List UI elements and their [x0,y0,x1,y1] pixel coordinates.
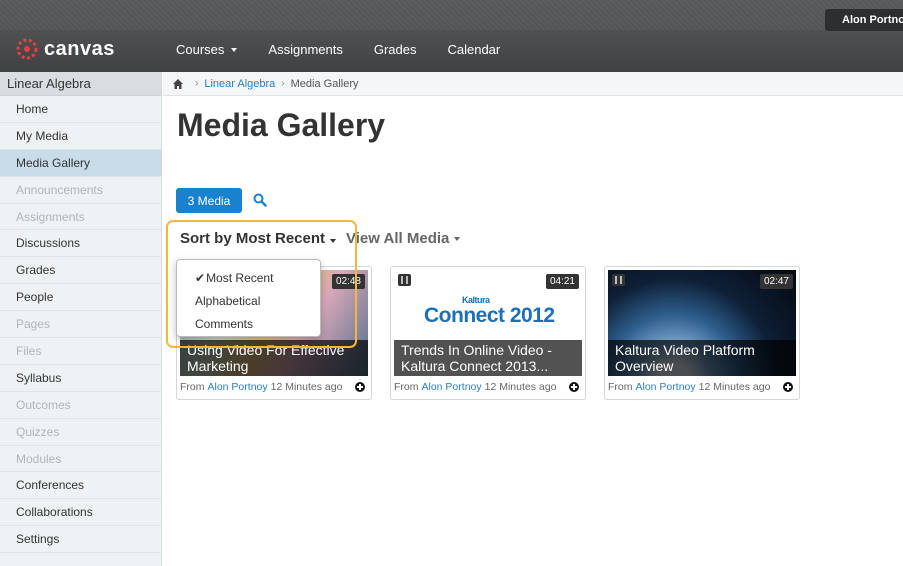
media-author-link[interactable]: Alon Portnoy [422,381,482,393]
media-title[interactable]: Using Video For Effective Marketing [180,340,368,376]
course-sidebar: Linear Algebra Home My Media Media Galle… [0,72,162,566]
media-thumbnail[interactable]: 04:21 Kaltura Connect 2012 Trends In Onl… [394,270,582,376]
sidebar-item-conferences[interactable]: Conferences [0,472,161,500]
media-count-button[interactable]: 3 Media [176,188,242,213]
media-card[interactable]: 02:47 Kaltura Video Platform Overview Fr… [604,266,800,400]
sidebar-item-syllabus[interactable]: Syllabus [0,365,161,392]
nav-calendar[interactable]: Calendar [447,42,500,57]
media-time: 12 Minutes ago [698,381,771,393]
add-icon[interactable] [783,382,793,392]
logo-sub: Kaltura [462,295,490,305]
sidebar-item-modules[interactable]: Modules [0,446,161,473]
search-icon[interactable] [253,193,267,207]
checkmark-icon: ✔ [195,270,206,285]
media-title[interactable]: Kaltura Video Platform Overview [608,340,796,376]
chevron-down-icon [454,236,461,241]
course-title[interactable]: Linear Algebra [0,72,161,96]
media-card[interactable]: 04:21 Kaltura Connect 2012 Trends In Onl… [390,266,586,400]
view-all-label: View All Media [346,230,450,247]
meta-from: From [394,381,419,393]
media-author-link[interactable]: Alon Portnoy [636,381,696,393]
sidebar-item-files[interactable]: Files [0,338,161,365]
chevron-down-icon [330,239,337,243]
logo-text: canvas [44,37,115,60]
breadcrumb-separator-icon: › [195,78,199,89]
sort-label: Sort by Most Recent [180,230,326,247]
chevron-down-icon [231,47,238,52]
sort-option-alphabetical[interactable]: Alphabetical [177,289,320,312]
sidebar-item-pages[interactable]: Pages [0,311,161,339]
breadcrumb: › Linear Algebra › Media Gallery [163,72,903,96]
sort-option-label: Most Recent [206,270,274,285]
canvas-logo[interactable]: canvas [16,38,115,60]
home-icon[interactable] [172,78,184,90]
media-author-link[interactable]: Alon Portnoy [208,381,268,393]
sidebar-item-outcomes[interactable]: Outcomes [0,392,161,419]
sort-option-most-recent[interactable]: ✔ Most Recent [177,266,320,289]
nav-assignments[interactable]: Assignments [268,42,342,57]
sort-dropdown-toggle[interactable]: Sort by Most Recent [180,230,337,247]
sidebar-item-my-media[interactable]: My Media [0,123,161,150]
sidebar-item-settings[interactable]: Settings [0,526,161,554]
meta-from: From [180,381,205,393]
media-time: 12 Minutes ago [270,381,343,393]
duration-badge: 02:47 [759,274,793,289]
page-title: Media Gallery [177,107,386,143]
add-icon[interactable] [569,382,579,392]
sort-option-comments[interactable]: Comments [177,312,320,335]
sidebar-item-media-gallery[interactable]: Media Gallery [0,149,161,177]
meta-from: From [608,381,633,393]
duration-badge: 04:21 [545,274,579,289]
breadcrumb-current: Media Gallery [290,77,359,90]
video-icon [612,274,625,286]
breadcrumb-separator-icon: › [281,78,285,89]
sidebar-item-collaborations[interactable]: Collaborations [0,499,161,527]
nav-courses[interactable]: Courses [176,42,238,57]
duration-badge: 02:48 [331,274,365,289]
sidebar-item-quizzes[interactable]: Quizzes [0,419,161,446]
logo-main: Connect 2012 [424,304,555,327]
kaltura-connect-logo: Kaltura Connect 2012 [424,295,555,328]
add-icon[interactable] [355,382,365,392]
video-icon [398,274,411,286]
sort-dropdown-menu: ✔ Most Recent Alphabetical Comments [176,259,321,337]
sort-row: Sort by Most Recent View All Media [180,230,461,247]
breadcrumb-course-link[interactable]: Linear Algebra [204,78,275,90]
sidebar-item-assignments[interactable]: Assignments [0,204,161,231]
sidebar-item-grades[interactable]: Grades [0,257,161,285]
user-name-link[interactable]: Alon Portnoy [825,9,903,31]
view-all-media-dropdown[interactable]: View All Media [346,230,461,247]
media-thumbnail[interactable]: 02:47 Kaltura Video Platform Overview [608,270,796,376]
media-meta: From Alon Portnoy 12 Minutes ago [180,381,368,393]
sidebar-item-discussions[interactable]: Discussions [0,230,161,258]
nav-grades[interactable]: Grades [374,42,417,57]
media-meta: From Alon Portnoy 12 Minutes ago [608,381,796,393]
media-meta: From Alon Portnoy 12 Minutes ago [394,381,582,393]
nav-courses-label: Courses [176,42,225,57]
global-header: Alon Portnoy canvas Courses Assignments … [0,0,903,72]
sidebar-item-announcements[interactable]: Announcements [0,177,161,204]
sidebar-item-home[interactable]: Home [0,96,161,123]
global-nav: Courses Assignments Grades Calendar [176,42,531,57]
sidebar-item-people[interactable]: People [0,284,161,312]
media-time: 12 Minutes ago [484,381,557,393]
media-title[interactable]: Trends In Online Video - Kaltura Connect… [394,340,582,376]
canvas-logo-icon [16,38,38,60]
